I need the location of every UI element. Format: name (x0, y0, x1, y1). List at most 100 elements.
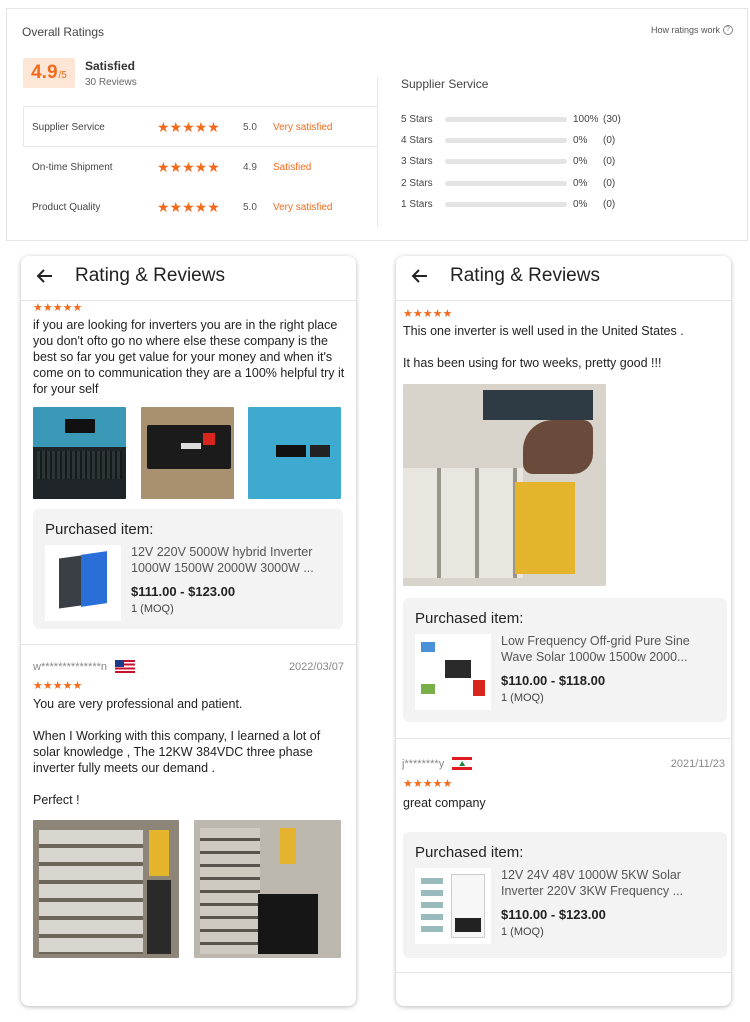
category-name: Product Quality (32, 201, 101, 213)
review-item: j********y 2021/11/23 ★★★★★ great compan… (396, 757, 731, 810)
divider (377, 77, 378, 227)
lebanon-flag-icon (452, 757, 473, 770)
star-rating-icon: ★★★★★ (157, 158, 220, 175)
reviewer-info: j********y (402, 757, 473, 770)
review-date: 2021/11/23 (670, 757, 725, 770)
category-score: 5.0 (243, 201, 257, 213)
review-photo[interactable] (33, 407, 126, 499)
review-text: great company (403, 796, 486, 810)
bar-count: (0) (603, 198, 616, 210)
bar-percent: 0% (573, 134, 588, 146)
review-text: if you are looking for inverters you are… (33, 318, 345, 396)
review-date: 2022/03/07 (288, 660, 344, 673)
bar-percent: 0% (573, 198, 588, 210)
bar-track (445, 201, 567, 207)
star-bar-row: 2 Stars 0% (0) (401, 176, 741, 190)
bar-track (445, 158, 567, 164)
divider (23, 106, 24, 146)
overall-score-max: /5 (58, 70, 67, 81)
bar-track (445, 137, 567, 143)
reviewer-info: w**************n (33, 660, 135, 673)
product-moq: 1 (MOQ) (501, 692, 544, 704)
review-photo[interactable] (194, 820, 341, 958)
purchased-item-card[interactable]: Purchased item: Low Frequency Off-grid P… (403, 598, 727, 722)
product-image[interactable] (415, 634, 491, 710)
star-bar-row: 5 Stars 100% (30) (401, 112, 741, 126)
overall-ratings-panel: Overall Ratings How ratings work ? 4.9 /… (6, 8, 748, 241)
category-name: Supplier Service (32, 121, 105, 133)
purchased-item-label: Purchased item: (415, 610, 524, 627)
purchased-item-label: Purchased item: (45, 521, 154, 538)
bar-count: (0) (603, 155, 616, 167)
divider (21, 644, 356, 645)
how-ratings-work-label: How ratings work (650, 25, 720, 35)
product-name: Low Frequency Off-grid Pure Sine Wave So… (501, 634, 690, 664)
reviewer-row: w**************n 2022/03/07 (21, 660, 356, 673)
review-photo[interactable] (403, 384, 606, 586)
bar-count: (30) (603, 113, 621, 125)
product-image[interactable] (415, 868, 491, 944)
phone-header: Rating & Reviews (396, 256, 731, 301)
bar-count: (0) (603, 134, 616, 146)
review-text: You are very professional and patient. W… (33, 697, 321, 807)
right-phone-screen: Rating & Reviews ★★★★★ This one inverter… (396, 256, 731, 1006)
category-label: Very satisfied (273, 121, 333, 133)
product-price: $111.00 - $123.00 (131, 584, 236, 599)
reviewer-row: j********y 2021/11/23 (396, 757, 731, 770)
star-rating-icon: ★★★★★ (403, 308, 453, 320)
bar-label: 4 Stars (401, 134, 433, 146)
reviewer-name: j********y (402, 757, 445, 770)
back-arrow-icon[interactable] (35, 266, 55, 286)
star-rating-icon: ★★★★★ (33, 680, 83, 692)
star-rating-icon: ★★★★★ (33, 302, 83, 314)
star-bar-row: 3 Stars 0% (0) (401, 154, 741, 168)
purchased-item-card[interactable]: Purchased item: 12V 220V 5000W hybrid In… (33, 509, 343, 629)
product-moq: 1 (MOQ) (131, 603, 174, 615)
bar-percent: 0% (573, 177, 588, 189)
bar-count: (0) (603, 177, 616, 189)
star-rating-icon: ★★★★★ (403, 778, 453, 790)
left-phone-screen: Rating & Reviews ★★★★★ if you are lookin… (21, 256, 356, 1006)
category-row-product-quality[interactable]: Product Quality ★★★★★ 5.0 Very satisfied (32, 187, 372, 227)
star-bar-row: 1 Stars 0% (0) (401, 197, 741, 211)
category-row-supplier-service[interactable]: Supplier Service ★★★★★ 5.0 Very satisfie… (32, 107, 372, 147)
bar-label: 5 Stars (401, 113, 433, 125)
bar-track (445, 116, 567, 122)
product-image[interactable] (45, 545, 121, 621)
bar-label: 3 Stars (401, 155, 433, 167)
reviews-count: 30 Reviews (85, 77, 137, 88)
back-arrow-icon[interactable] (410, 266, 430, 286)
product-moq: 1 (MOQ) (501, 926, 544, 938)
product-price: $110.00 - $118.00 (501, 673, 606, 688)
help-icon: ? (723, 25, 733, 35)
category-name: On-time Shipment (32, 161, 113, 173)
product-name: 12V 24V 48V 1000W 5KW Solar Inverter 220… (501, 868, 684, 898)
product-price: $110.00 - $123.00 (501, 907, 606, 922)
category-score: 5.0 (243, 121, 257, 133)
supplier-service-title: Supplier Service (401, 77, 489, 91)
bar-percent: 100% (573, 113, 599, 125)
review-photo[interactable] (141, 407, 234, 499)
bar-label: 2 Stars (401, 177, 433, 189)
page-title: Rating & Reviews (450, 265, 600, 286)
bar-track (445, 180, 567, 186)
bar-label: 1 Stars (401, 198, 433, 210)
purchased-item-card[interactable]: Purchased item: 12V 24V 48V 1000W 5KW So… (403, 832, 727, 958)
how-ratings-work-link[interactable]: How ratings work ? (651, 25, 733, 35)
review-text: This one inverter is well used in the Un… (403, 324, 684, 370)
page-title: Rating & Reviews (75, 265, 225, 286)
star-rating-icon: ★★★★★ (157, 198, 220, 215)
reviewer-name: w**************n (33, 660, 107, 673)
review-item: w**************n 2022/03/07 ★★★★★ You ar… (21, 660, 356, 807)
category-row-on-time-shipment[interactable]: On-time Shipment ★★★★★ 4.9 Satisfied (32, 147, 372, 187)
overall-score-badge: 4.9 /5 (23, 58, 75, 88)
review-photo[interactable] (248, 407, 341, 499)
overall-ratings-title: Overall Ratings (22, 25, 105, 39)
review-item: ★★★★★ This one inverter is well used in … (396, 308, 731, 371)
us-flag-icon (115, 660, 135, 673)
review-item: ★★★★★ if you are looking for inverters y… (21, 302, 356, 397)
category-label: Satisfied (273, 161, 312, 173)
review-photo[interactable] (33, 820, 179, 958)
overall-score: 4.9 (31, 62, 58, 83)
satisfaction-label: Satisfied (85, 59, 136, 73)
